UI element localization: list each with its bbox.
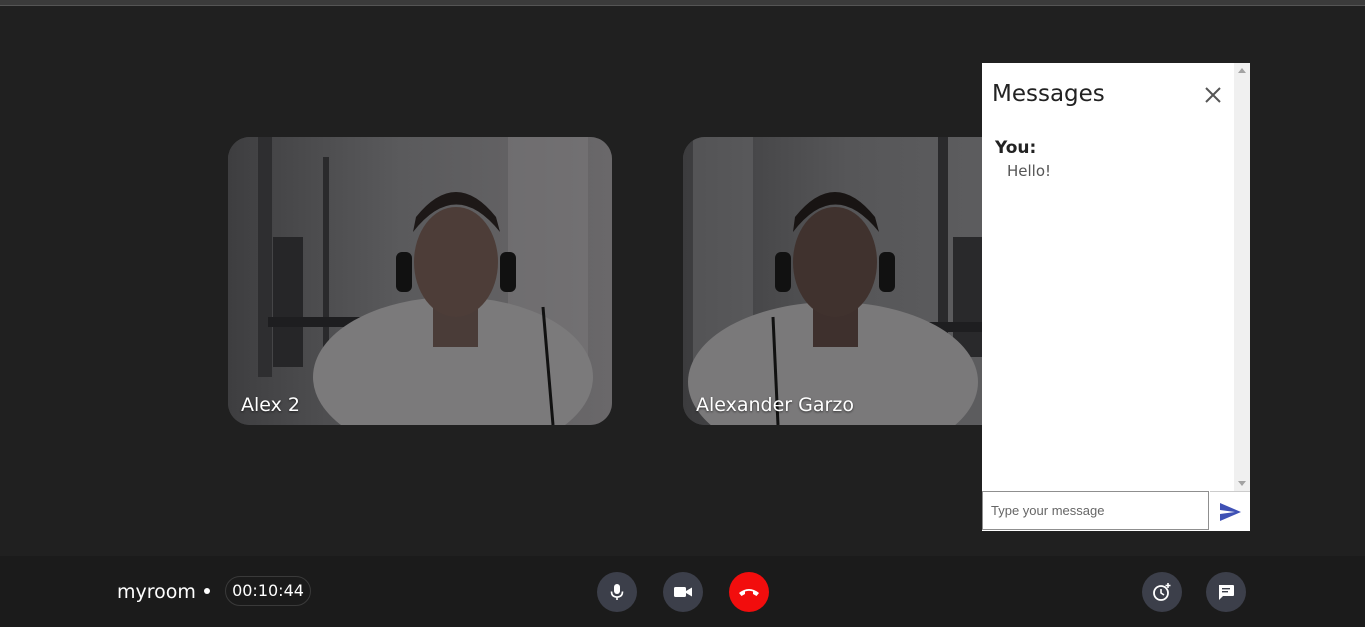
call-timer: 00:10:44	[225, 576, 311, 606]
chat-scrollbar[interactable]	[1234, 63, 1250, 491]
send-icon	[1220, 503, 1241, 521]
message-input[interactable]	[982, 491, 1209, 530]
camera-icon	[674, 587, 692, 597]
participant-name: Alex 2	[241, 394, 301, 416]
participant-video	[683, 137, 1013, 425]
participant-name: Alexander Garzo	[696, 394, 854, 416]
room-name: myroom	[117, 581, 196, 603]
scroll-up-arrow-icon[interactable]	[1238, 68, 1246, 73]
chat-button[interactable]	[1206, 572, 1246, 612]
timer-add-icon	[1153, 583, 1171, 601]
video-tile[interactable]: Alexander Garzo	[683, 137, 1013, 425]
message-sender: You:	[995, 138, 1037, 158]
chat-icon	[1219, 585, 1234, 600]
camera-button[interactable]	[663, 572, 703, 612]
send-button[interactable]	[1210, 491, 1250, 531]
hang-up-button[interactable]	[729, 572, 769, 612]
video-tile[interactable]: Alex 2	[228, 137, 612, 425]
scroll-down-arrow-icon[interactable]	[1238, 481, 1246, 486]
control-bar: myroom 00:10:44	[0, 556, 1365, 627]
chat-panel: Messages You: Hello!	[982, 63, 1250, 531]
mic-button[interactable]	[597, 572, 637, 612]
hang-up-icon	[739, 589, 759, 596]
separator-dot	[204, 588, 210, 594]
participant-video	[228, 137, 612, 425]
close-icon[interactable]	[1203, 85, 1223, 105]
add-time-button[interactable]	[1142, 572, 1182, 612]
message-text: Hello!	[1007, 162, 1052, 180]
chat-title: Messages	[992, 81, 1105, 107]
mic-icon	[610, 584, 624, 600]
